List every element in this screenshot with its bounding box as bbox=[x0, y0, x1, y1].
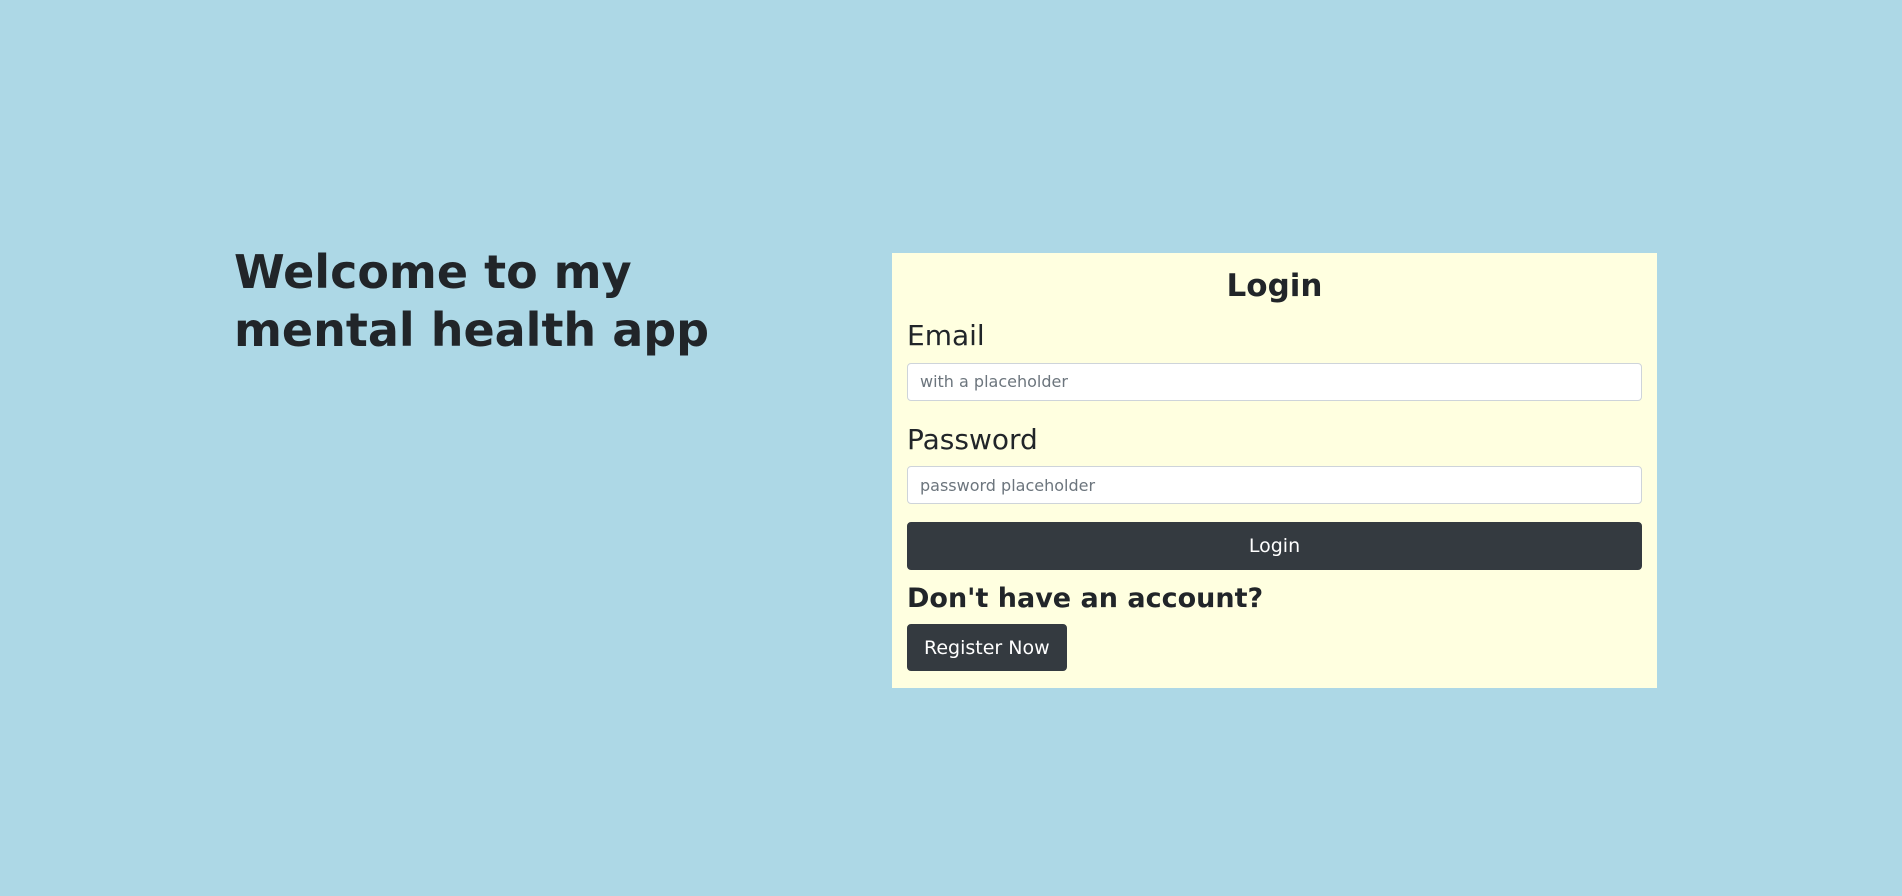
email-field[interactable] bbox=[907, 362, 1642, 401]
login-card: Login Email Password Login Don't have an… bbox=[892, 253, 1657, 688]
login-button[interactable]: Login bbox=[907, 522, 1642, 571]
password-label: Password bbox=[907, 422, 1038, 456]
register-prompt: Don't have an account? bbox=[907, 583, 1264, 615]
login-title: Login bbox=[1226, 268, 1323, 304]
email-label: Email bbox=[907, 319, 985, 353]
register-now-button[interactable]: Register Now bbox=[907, 624, 1067, 672]
page: Welcome to my mental health app Login Em… bbox=[0, 0, 1902, 896]
password-field[interactable] bbox=[907, 466, 1642, 505]
welcome-heading: Welcome to my mental health app bbox=[234, 245, 710, 357]
